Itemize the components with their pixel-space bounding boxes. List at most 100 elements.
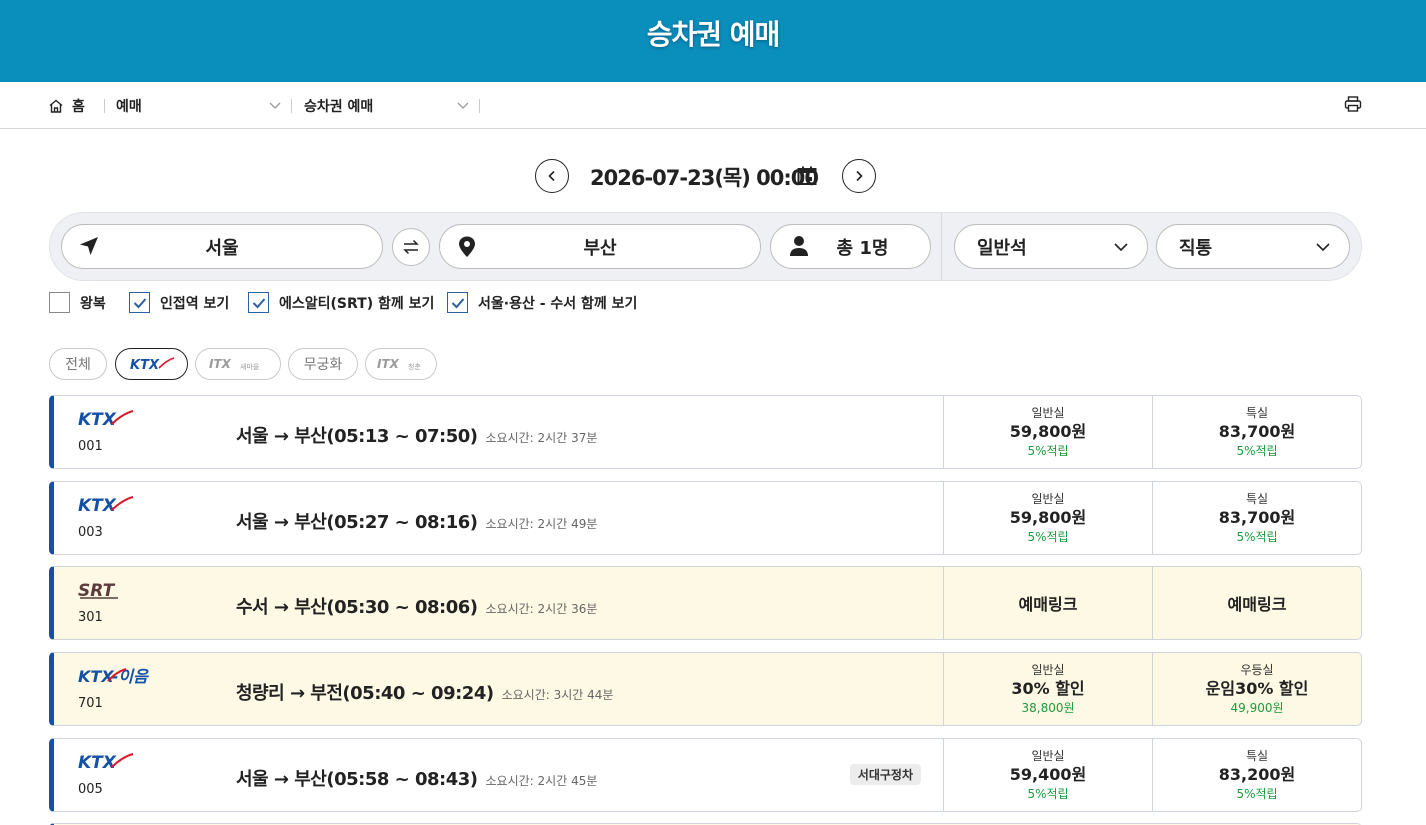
train-number: 001 <box>78 439 103 454</box>
fare-point: 49,900원 <box>1230 701 1284 715</box>
first-class-fare-cell[interactable]: 특실 83,700원 5%적립 <box>1152 396 1361 468</box>
fare-label: 일반실 <box>1031 749 1065 763</box>
chevron-down-icon[interactable] <box>268 98 282 112</box>
search-bar: 서울 부산 총 1명 일반석 직통 <box>49 212 1362 281</box>
train-brand: KTX <box>78 496 117 514</box>
fare-point: 5%적립 <box>1236 530 1278 544</box>
train-route: 서울 → 부산(05:13 ~ 07:50) 소요시간: 2시간 37분 <box>236 422 597 448</box>
standard-fare-cell[interactable]: 일반실 59,800원 5%적립 <box>943 482 1152 554</box>
home-icon <box>49 99 63 113</box>
checkbox-box[interactable] <box>49 292 70 313</box>
checkbox-box[interactable] <box>129 292 150 313</box>
navigation-arrow-icon <box>80 237 98 255</box>
fare-price: 83,700원 <box>1218 422 1296 441</box>
train-row[interactable]: KTX-이음 701 청량리 → 부전(05:40 ~ 09:24) 소요시간:… <box>49 652 1362 726</box>
seat-class-select[interactable]: 일반석 <box>954 224 1148 269</box>
train-row[interactable]: SRT 301 수서 → 부산(05:30 ~ 08:06) 소요시간: 2시간… <box>49 566 1362 640</box>
next-date-button[interactable] <box>842 159 876 193</box>
departure-label: 서울 <box>205 237 239 259</box>
fare-label: 일반실 <box>1031 663 1065 677</box>
first-class-fare-cell[interactable]: 특실 83,700원 5%적립 <box>1152 482 1361 554</box>
svg-text:ITX: ITX <box>209 357 232 371</box>
first-class-fare-cell[interactable]: 특실 83,200원 5%적립 <box>1152 739 1361 811</box>
filter-all-label: 전체 <box>65 357 91 373</box>
fare-point: 5%적립 <box>1027 787 1069 801</box>
itx-saemaeul-logo-text: 새마을 <box>240 362 260 371</box>
filter-all[interactable]: 전체 <box>49 348 107 380</box>
page-header: 승차권 예매 <box>0 0 1426 82</box>
fare-price: 30% 할인 <box>1011 679 1085 698</box>
ktx-logo-icon: KTX <box>78 753 134 771</box>
filter-mugunghwa-label: 무궁화 <box>303 357 343 373</box>
selected-date[interactable]: 2026-07-23(목) 00:00 <box>590 162 819 192</box>
route-type-select[interactable]: 직통 <box>1156 224 1350 269</box>
train-row[interactable]: KTX 001 서울 → 부산(05:13 ~ 07:50) 소요시간: 2시간… <box>49 395 1362 469</box>
chevron-down-icon[interactable] <box>456 98 470 112</box>
itx-saemaeul-logo-icon: ITX 새마을 <box>209 357 260 371</box>
filter-itx-saemaeul[interactable]: ITX 새마을 <box>195 348 281 380</box>
checkbox-box[interactable] <box>248 292 269 313</box>
standard-fare-cell[interactable]: 일반실 59,800원 5%적립 <box>943 396 1152 468</box>
fare-label: 특실 <box>1245 492 1269 506</box>
premium-fare-cell[interactable]: 우등실 운임30% 할인 49,900원 <box>1152 653 1361 725</box>
chevron-left-icon <box>548 170 555 182</box>
checkmark-icon <box>133 297 146 308</box>
fare-label: 특실 <box>1245 749 1269 763</box>
ktx-logo-icon: KTX <box>78 410 134 428</box>
breadcrumb-home-label: 홈 <box>72 99 85 115</box>
route-type-label: 직통 <box>1179 237 1213 259</box>
standard-fare-cell[interactable]: 일반실 30% 할인 38,800원 <box>943 653 1152 725</box>
train-row[interactable]: KTX 003 서울 → 부산(05:27 ~ 08:16) 소요시간: 2시간… <box>49 481 1362 555</box>
print-icon[interactable] <box>1344 95 1362 113</box>
train-route: 청량리 → 부전(05:40 ~ 09:24) 소요시간: 3시간 44분 <box>236 679 613 705</box>
filter-ktx[interactable]: KTX <box>115 348 188 380</box>
itx-cheongchun-logo-icon: ITX 청춘 <box>377 357 421 371</box>
fare-label: 우등실 <box>1240 663 1274 677</box>
train-row[interactable]: KTX 005 서울 → 부산(05:58 ~ 08:43) 소요시간: 2시간… <box>49 738 1362 812</box>
prev-date-button[interactable] <box>535 159 569 193</box>
train-brand: KTX <box>78 410 117 428</box>
booking-link-label: 예매링크 <box>1227 595 1287 614</box>
train-route: 서울 → 부산(05:27 ~ 08:16) 소요시간: 2시간 49분 <box>236 508 597 534</box>
srt-booking-link[interactable]: 예매링크 <box>943 567 1152 639</box>
fare-price: 59,400원 <box>1009 765 1087 784</box>
breadcrumb-level1-select[interactable]: 예매 <box>116 96 142 116</box>
breadcrumb-level2-select[interactable]: 승차권 예매 <box>304 96 373 116</box>
fare-point: 5%적립 <box>1027 444 1069 458</box>
location-pin-icon <box>459 236 475 257</box>
fare-price: 83,700원 <box>1218 508 1296 527</box>
arrival-label: 부산 <box>583 237 617 259</box>
svg-text:ITX: ITX <box>377 357 400 371</box>
nearby-stations-checkbox[interactable]: 인접역 보기 <box>129 292 229 313</box>
fare-label: 일반실 <box>1031 492 1065 506</box>
round-trip-checkbox[interactable]: 왕복 <box>49 292 106 313</box>
srt-label: 에스알티(SRT) 함께 보기 <box>279 295 435 312</box>
checkbox-box[interactable] <box>447 292 468 313</box>
train-number: 005 <box>78 782 103 797</box>
seoul-suseo-checkbox[interactable]: 서울·용산 - 수서 함께 보기 <box>447 292 637 313</box>
train-number: 003 <box>78 525 103 540</box>
breadcrumb-home[interactable]: 홈 <box>48 96 85 116</box>
checkmark-icon <box>451 297 464 308</box>
seat-class-label: 일반석 <box>977 237 1027 259</box>
srt-logo-icon: SRT <box>78 581 118 600</box>
filter-mugunghwa[interactable]: 무궁화 <box>288 348 358 380</box>
breadcrumb-divider <box>104 99 105 113</box>
standard-fare-cell[interactable]: 일반실 59,400원 5%적립 <box>943 739 1152 811</box>
departure-field[interactable]: 서울 <box>61 224 383 269</box>
fare-point: 5%적립 <box>1236 444 1278 458</box>
page-title: 승차권 예매 <box>646 18 781 51</box>
checkmark-icon <box>252 297 265 308</box>
ktx-eum-logo-icon: KTX-이음 <box>78 667 149 685</box>
route-text: 청량리 → 부전(05:40 ~ 09:24) <box>236 683 494 704</box>
srt-booking-link[interactable]: 예매링크 <box>1152 567 1361 639</box>
arrival-field[interactable]: 부산 <box>439 224 761 269</box>
swap-stations-button[interactable] <box>392 228 430 266</box>
train-brand: SRT <box>78 581 116 600</box>
filter-itx-cheongchun[interactable]: ITX 청춘 <box>365 348 437 380</box>
duration-text: 소요시간: 3시간 44분 <box>501 688 614 702</box>
passenger-field[interactable]: 총 1명 <box>770 224 931 269</box>
calendar-icon[interactable] <box>796 165 818 187</box>
train-route: 서울 → 부산(05:58 ~ 08:43) 소요시간: 2시간 45분 <box>236 765 597 791</box>
srt-checkbox[interactable]: 에스알티(SRT) 함께 보기 <box>248 292 434 313</box>
